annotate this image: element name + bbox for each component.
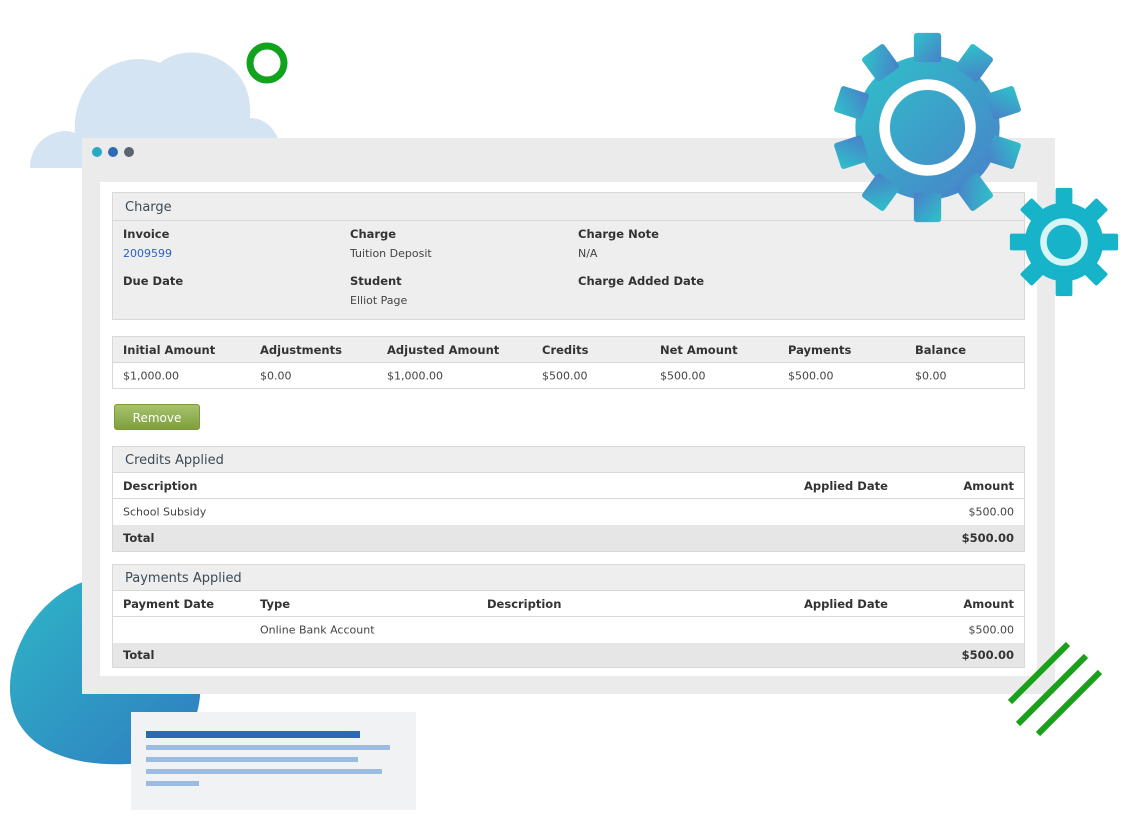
charge-note-label: Charge Note [578, 227, 659, 241]
doc-line [146, 769, 382, 774]
invoice-label: Invoice [123, 227, 170, 241]
credits-header-applied-date: Applied Date [804, 478, 888, 493]
credits-header-amount: Amount [963, 478, 1014, 493]
credits-applied-title: Credits Applied [125, 453, 224, 468]
invoice-link[interactable]: 2009599 [123, 247, 172, 260]
value-payments: $500.00 [788, 369, 834, 383]
value-adjustments: $0.00 [260, 369, 292, 383]
header-payments: Payments [788, 342, 852, 357]
header-adjustments: Adjustments [260, 342, 342, 357]
credits-total-label: Total [123, 531, 155, 545]
payments-header-description: Description [487, 596, 562, 611]
document-decoration [131, 712, 416, 810]
gear-icon [834, 32, 1021, 223]
value-net-amount: $500.00 [660, 369, 706, 383]
payments-applied-panel: Payments Applied Payment Date Type Descr… [112, 564, 1025, 668]
header-credits: Credits [542, 342, 589, 357]
charge-added-date-label: Charge Added Date [578, 274, 705, 288]
page-content: Charge Invoice 2009599 Charge Tuition De… [100, 182, 1037, 676]
credits-total-row: Total $500.00 [113, 525, 1024, 551]
charge-note-value: N/A [578, 247, 598, 260]
value-initial-amount: $1,000.00 [123, 369, 179, 383]
header-adjusted-amount: Adjusted Amount [387, 342, 500, 357]
value-credits: $500.00 [542, 369, 588, 383]
payment-type: Online Bank Account [260, 623, 375, 637]
value-adjusted-amount: $1,000.00 [387, 369, 443, 383]
credits-header-row: Description Applied Date Amount [113, 473, 1024, 499]
payments-header-row: Payment Date Type Description Applied Da… [113, 591, 1024, 617]
header-net-amount: Net Amount [660, 342, 738, 357]
credits-header-description: Description [123, 478, 198, 493]
circle-icon [246, 42, 288, 84]
payments-header-type: Type [260, 596, 291, 611]
charge-value: Tuition Deposit [350, 247, 432, 260]
credits-applied-panel: Credits Applied Description Applied Date… [112, 446, 1025, 552]
student-value: Elliot Page [350, 294, 408, 307]
stripes-icon [1007, 641, 1103, 737]
charge-panel-title: Charge [125, 200, 172, 215]
window-dot-1 [92, 147, 102, 157]
value-balance: $0.00 [915, 369, 947, 383]
payments-title-row: Payments Applied [113, 565, 1024, 591]
table-row: Online Bank Account $500.00 [113, 617, 1024, 643]
due-date-label: Due Date [123, 274, 184, 288]
charge-label: Charge [350, 227, 397, 241]
table-row: School Subsidy $500.00 [113, 499, 1024, 525]
student-label: Student [350, 274, 402, 288]
payment-amount: $500.00 [968, 623, 1015, 637]
amounts-header-row: Initial Amount Adjustments Adjusted Amou… [113, 337, 1024, 363]
window-dot-3 [124, 147, 134, 157]
doc-line [146, 757, 358, 762]
doc-line [146, 781, 199, 786]
payments-applied-title: Payments Applied [125, 571, 242, 586]
remove-button[interactable]: Remove [114, 404, 200, 430]
credits-title-row: Credits Applied [113, 447, 1024, 473]
payments-total-label: Total [123, 648, 155, 662]
payments-header-payment-date: Payment Date [123, 596, 215, 611]
doc-line [146, 745, 390, 750]
doc-line [146, 731, 360, 738]
payments-total-row: Total $500.00 [113, 643, 1024, 667]
credit-description-link[interactable]: School Subsidy [123, 506, 206, 519]
credit-amount: $500.00 [968, 505, 1015, 519]
window-dot-2 [108, 147, 118, 157]
payments-header-applied-date: Applied Date [804, 596, 888, 611]
gear-icon [1009, 187, 1119, 297]
amounts-table: Initial Amount Adjustments Adjusted Amou… [112, 336, 1025, 389]
header-initial-amount: Initial Amount [123, 342, 216, 357]
credits-total-amount: $500.00 [961, 531, 1014, 545]
header-balance: Balance [915, 342, 967, 357]
payments-header-amount: Amount [963, 596, 1014, 611]
amounts-value-row: $1,000.00 $0.00 $1,000.00 $500.00 $500.0… [113, 363, 1024, 389]
